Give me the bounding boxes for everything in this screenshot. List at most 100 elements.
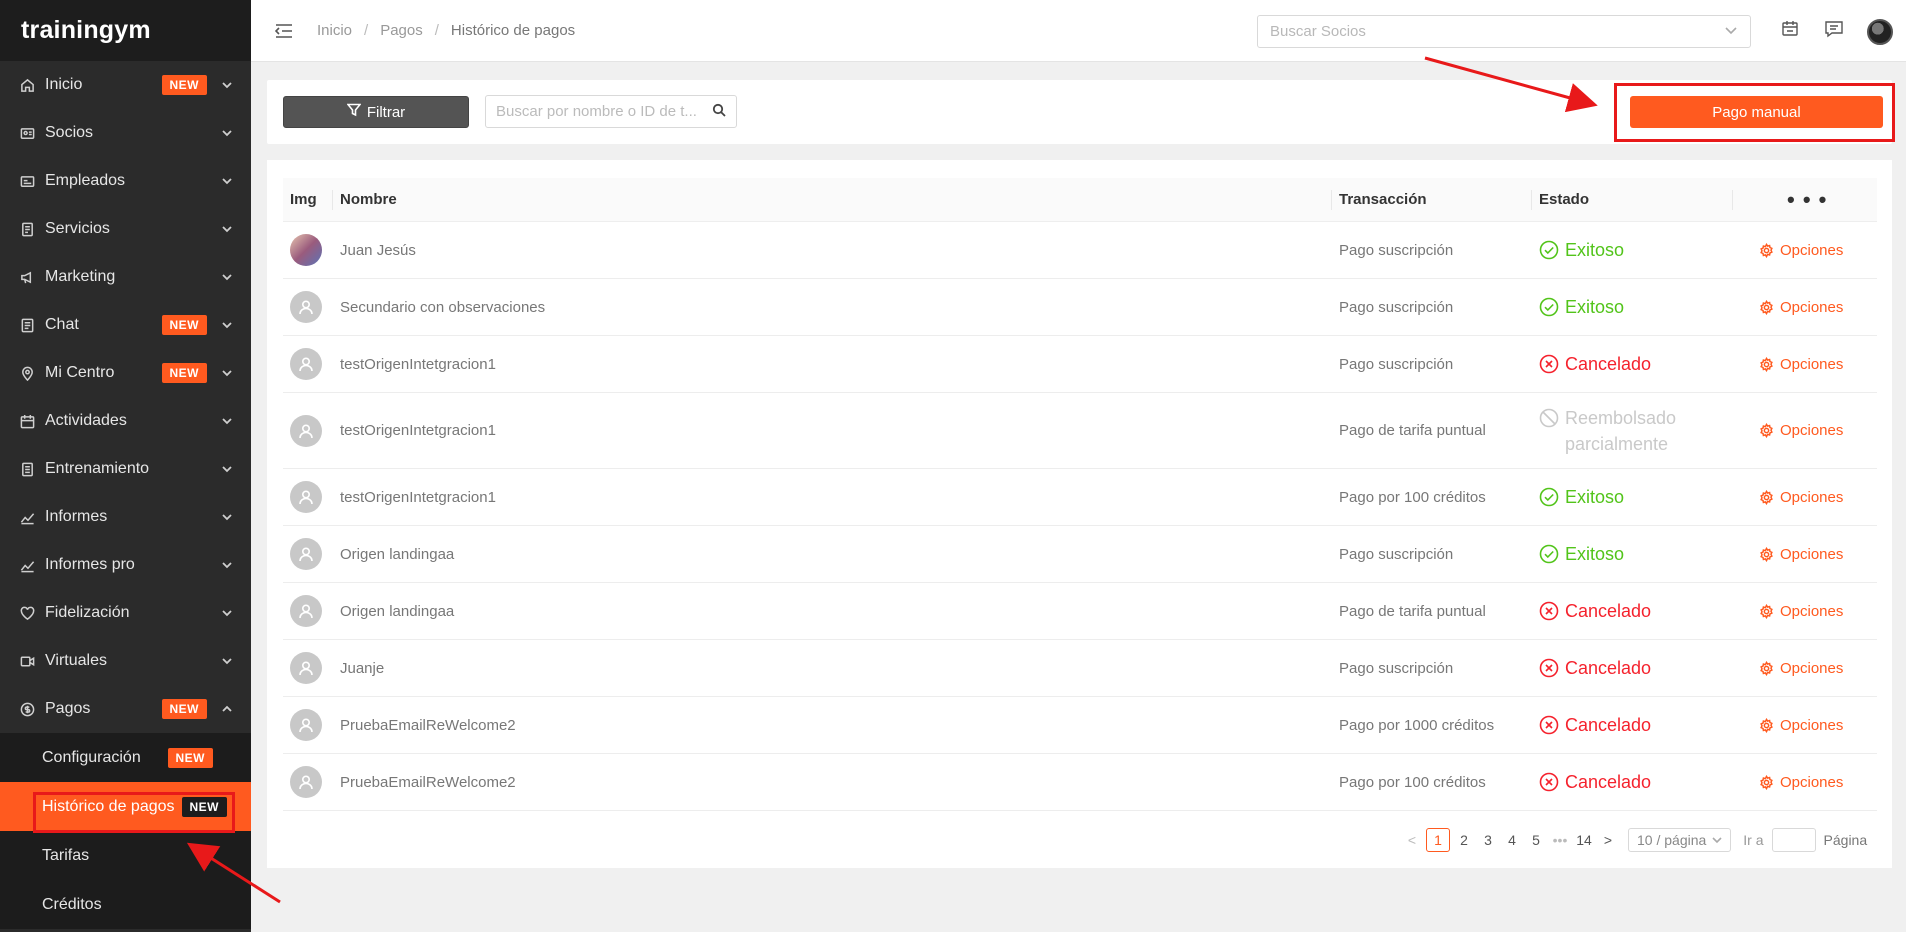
location-icon: [19, 365, 35, 381]
status-badge: Cancelado: [1539, 715, 1651, 736]
user-avatar[interactable]: [1867, 18, 1893, 45]
filter-button[interactable]: Filtrar: [283, 96, 469, 128]
sidebar-item-label: Empleados: [45, 172, 126, 189]
status-text: Cancelado: [1565, 771, 1652, 792]
sidebar-item-label: Pagos: [45, 700, 91, 717]
row-options-label: Opciones: [1780, 488, 1844, 506]
menu-collapse-icon[interactable]: [274, 23, 293, 39]
submenu-item-tarifas[interactable]: Tarifas: [0, 831, 251, 880]
pagination-prev[interactable]: <: [1402, 828, 1422, 852]
chat-icon: [19, 317, 35, 333]
messages-icon[interactable]: [1823, 18, 1845, 45]
sidebar-item-informes-pro[interactable]: Informes pro: [0, 541, 251, 589]
check-circle-icon: [1539, 240, 1559, 260]
submenu-item-histórico-de-pagos[interactable]: Histórico de pagos NEW: [0, 782, 251, 831]
breadcrumb-current: Histórico de pagos: [450, 22, 576, 39]
breadcrumb-pagos[interactable]: Pagos: [380, 22, 423, 39]
sidebar-item-empleados[interactable]: Empleados: [0, 157, 251, 205]
search-socios-select[interactable]: Buscar Socios: [1257, 15, 1751, 48]
row-options-button[interactable]: Opciones: [1759, 546, 1843, 563]
member-name[interactable]: Origen landingaa: [340, 526, 454, 582]
user-placeholder-icon: [290, 766, 322, 798]
sidebar-item-mi-centro[interactable]: Mi Centro NEW: [0, 349, 251, 397]
table-row: testOrigenIntetgracion1 Pago de tarifa pu…: [283, 393, 1877, 469]
pagination-page[interactable]: 3: [1478, 828, 1498, 852]
sidebar-item-entrenamiento[interactable]: Entrenamiento: [0, 445, 251, 493]
sidebar-item-fidelización[interactable]: Fidelización: [0, 589, 251, 637]
search-transactions-input[interactable]: Buscar por nombre o ID de t...: [485, 95, 737, 128]
search-icon[interactable]: [706, 103, 726, 121]
close-circle-icon: [1539, 658, 1559, 678]
pago-manual-button[interactable]: Pago manual: [1630, 96, 1883, 128]
table-row: Juanje Pago suscripción Cancelado Opciones: [283, 640, 1877, 697]
pagination-page[interactable]: 1: [1426, 828, 1450, 852]
transaction-type: Pago por 100 créditos: [1339, 773, 1486, 791]
th-estado: Estado: [1539, 191, 1590, 208]
row-options-button[interactable]: Opciones: [1759, 489, 1843, 506]
user-placeholder-icon: [290, 414, 322, 447]
submenu-item-créditos[interactable]: Créditos: [0, 880, 251, 929]
status-text: Exitoso: [1565, 239, 1625, 260]
pagination-page[interactable]: 5: [1526, 828, 1546, 852]
gear-icon: [1760, 660, 1773, 676]
row-options-button[interactable]: Opciones: [1759, 603, 1843, 620]
sidebar-item-pagos[interactable]: Pagos NEW: [0, 685, 251, 733]
member-name[interactable]: PruebaEmailReWelcome2: [340, 754, 516, 810]
id-card-icon: [19, 125, 35, 141]
sidebar-item-socios[interactable]: Socios: [0, 109, 251, 157]
member-name[interactable]: testOrigenIntetgracion1: [340, 393, 496, 468]
row-options-button[interactable]: Opciones: [1759, 299, 1843, 316]
calendar-check-icon[interactable]: [1779, 18, 1801, 45]
row-options-label: Opciones: [1780, 241, 1844, 259]
row-options-button[interactable]: Opciones: [1759, 422, 1843, 439]
gear-icon: [1760, 423, 1773, 438]
row-options-button[interactable]: Opciones: [1759, 242, 1843, 259]
status-text: Exitoso: [1565, 486, 1625, 507]
pagination-next[interactable]: >: [1598, 828, 1618, 852]
page-size-select[interactable]: 10 / página: [1628, 828, 1732, 852]
member-name[interactable]: PruebaEmailReWelcome2: [340, 697, 516, 753]
status-badge: Exitoso: [1539, 487, 1624, 508]
sidebar-item-label: Marketing: [45, 268, 116, 285]
sidebar-item-chat[interactable]: Chat NEW: [0, 301, 251, 349]
row-options-button[interactable]: Opciones: [1759, 774, 1843, 791]
sidebar-item-marketing[interactable]: Marketing: [0, 253, 251, 301]
member-name[interactable]: Secundario con observaciones: [340, 279, 545, 335]
pagination-page[interactable]: 14: [1574, 828, 1594, 852]
row-options-button[interactable]: Opciones: [1759, 356, 1843, 373]
search-transactions-placeholder: Buscar por nombre o ID de t...: [496, 103, 697, 120]
goto-page-input[interactable]: [1771, 828, 1816, 852]
member-name[interactable]: Origen landingaa: [340, 583, 454, 639]
breadcrumb-separator: /: [434, 22, 439, 39]
sidebar-item-informes[interactable]: Informes: [0, 493, 251, 541]
more-columns-icon[interactable]: • • •: [1787, 178, 1827, 221]
member-name[interactable]: testOrigenIntetgracion1: [340, 469, 496, 525]
check-circle-icon: [1539, 544, 1559, 564]
pagination-page[interactable]: 4: [1502, 828, 1522, 852]
user-placeholder-icon: [290, 538, 322, 570]
app-logo[interactable]: trainingym: [0, 0, 251, 61]
table-row: PruebaEmailReWelcome2 Pago por 1000 crédi…: [283, 697, 1877, 754]
sidebar-item-virtuales[interactable]: Virtuales: [0, 637, 251, 685]
status-badge: Exitoso: [1539, 544, 1624, 565]
member-name[interactable]: Juan Jesús: [340, 222, 416, 278]
member-name[interactable]: testOrigenIntetgracion1: [340, 336, 496, 392]
user-placeholder-icon: [290, 348, 322, 380]
sidebar-item-servicios[interactable]: Servicios: [0, 205, 251, 253]
status-text: Cancelado: [1565, 657, 1652, 678]
submenu-item-configuración[interactable]: Configuración NEW: [0, 733, 251, 782]
row-options-button[interactable]: Opciones: [1759, 660, 1843, 677]
submenu-item-label: Histórico de pagos: [42, 797, 175, 815]
th-nombre: Nombre: [340, 191, 397, 208]
breadcrumb-inicio[interactable]: Inicio: [317, 22, 352, 39]
sidebar-item-label: Entrenamiento: [45, 460, 150, 477]
pagination-page[interactable]: 2: [1454, 828, 1474, 852]
sidebar-item-actividades[interactable]: Actividades: [0, 397, 251, 445]
chevron-up-icon: [221, 703, 233, 715]
gear-icon: [1760, 603, 1773, 619]
table-row: testOrigenIntetgracion1 Pago por 100 créd…: [283, 469, 1877, 526]
member-name[interactable]: Juanje: [340, 640, 384, 696]
row-options-button[interactable]: Opciones: [1759, 717, 1843, 734]
sidebar-item-inicio[interactable]: Inicio NEW: [0, 61, 251, 109]
pagination-ellipsis[interactable]: •••: [1550, 828, 1570, 852]
